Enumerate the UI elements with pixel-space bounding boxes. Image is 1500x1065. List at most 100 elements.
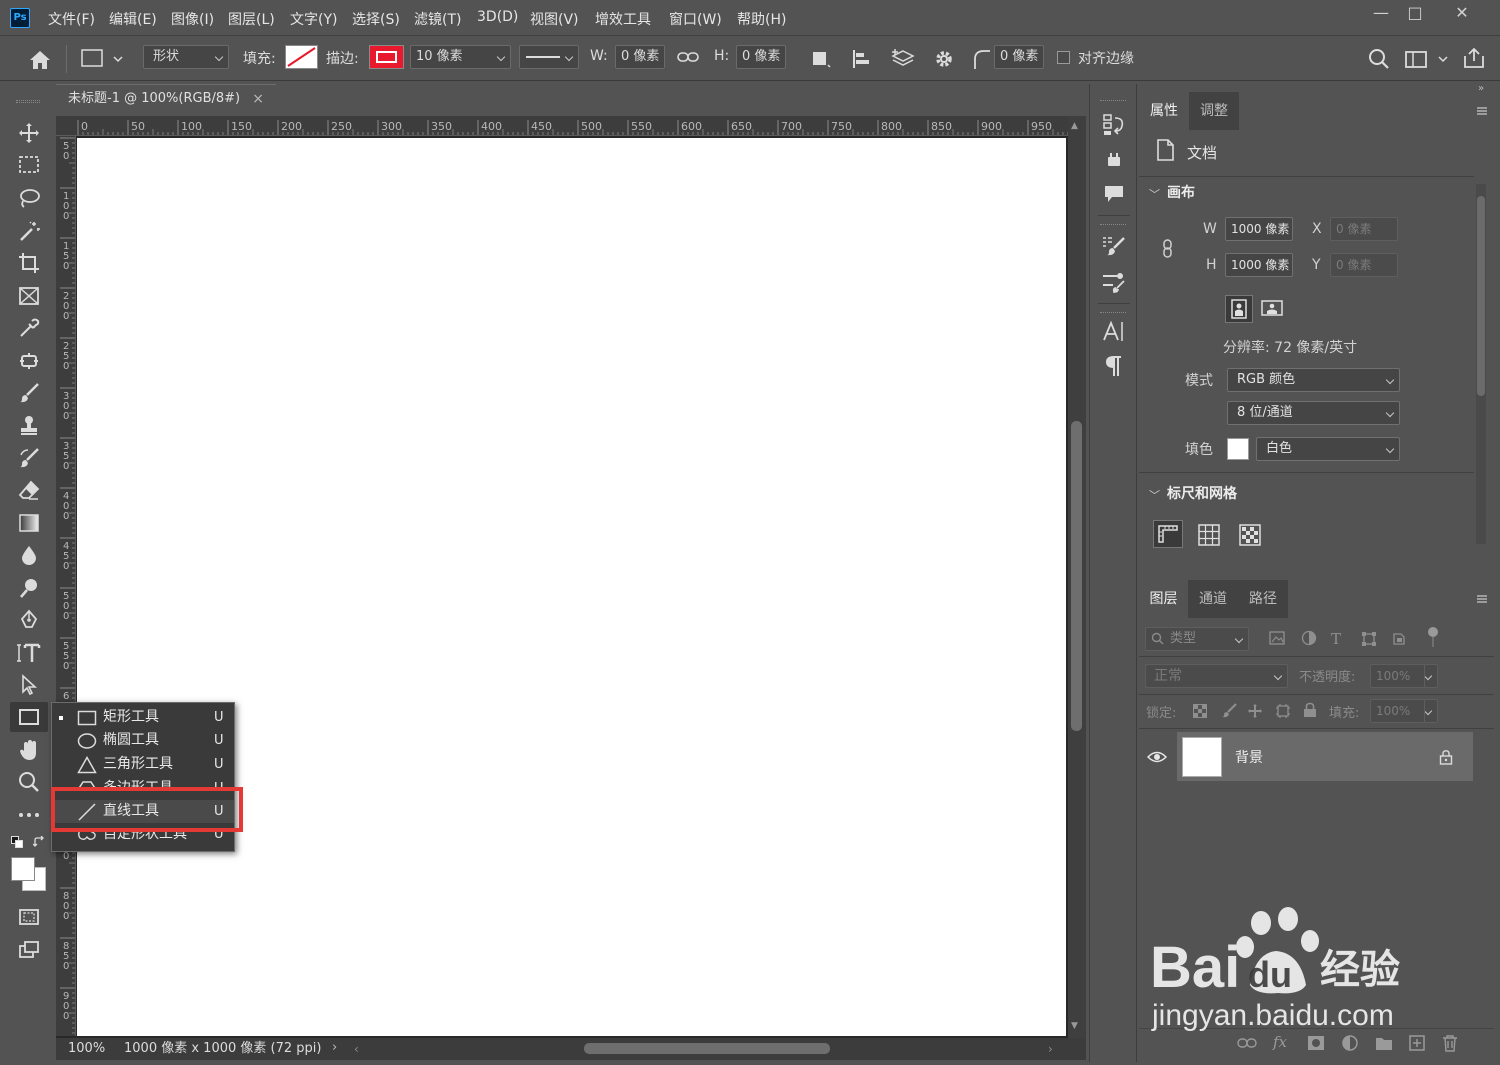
fill-color-swatch[interactable]	[1227, 438, 1249, 460]
spot-healing-tool-icon[interactable]	[12, 346, 46, 376]
vertical-scroll-thumb[interactable]	[1071, 421, 1082, 731]
plugins-panel-icon[interactable]	[1100, 146, 1128, 174]
menu-view[interactable]: 视图(V)	[530, 9, 579, 29]
hand-tool-icon[interactable]	[12, 735, 46, 765]
menu-window[interactable]: 窗口(W)	[669, 9, 722, 29]
swap-colors-icon[interactable]	[33, 836, 45, 848]
lock-position-icon[interactable]	[1247, 703, 1263, 719]
horizontal-ruler[interactable]: 0 50 100 150 200 250 300 350 400 450 500 550 600 650 7…	[56, 116, 1068, 136]
corner-radius-field[interactable]: 0 像素	[994, 45, 1044, 69]
filter-toggle-icon[interactable]	[1428, 627, 1438, 637]
stroke-type-select[interactable]	[519, 45, 579, 69]
chevron-down-icon[interactable]: ﹀	[1149, 487, 1160, 503]
align-edges-checkbox[interactable]	[1057, 51, 1070, 64]
tool-preset-picker[interactable]	[80, 47, 126, 71]
portrait-orientation-icon[interactable]	[1225, 295, 1253, 323]
gradient-tool-icon[interactable]	[12, 508, 46, 538]
character-panel-icon[interactable]	[1100, 317, 1128, 345]
lock-all-icon[interactable]	[1303, 702, 1317, 718]
type-tool-icon[interactable]	[12, 638, 46, 668]
quick-mask-icon[interactable]	[12, 902, 46, 932]
lock-image-icon[interactable]	[1221, 703, 1237, 719]
rulers-grids-section-title[interactable]: 标尺和网格	[1167, 483, 1237, 503]
marquee-tool-icon[interactable]	[12, 150, 46, 180]
panel-menu-icon[interactable]	[1476, 594, 1488, 604]
path-alignment-icon[interactable]	[851, 49, 873, 69]
link-dimensions-icon[interactable]	[1161, 239, 1175, 259]
fill-swatch[interactable]	[285, 45, 318, 69]
filter-shape-icon[interactable]	[1361, 631, 1377, 647]
horizontal-scroll-thumb[interactable]	[584, 1043, 830, 1054]
shape-mode-select[interactable]: 形状	[143, 45, 229, 69]
menu-select[interactable]: 选择(S)	[352, 9, 400, 29]
add-mask-icon[interactable]	[1307, 1035, 1325, 1051]
menu-filter[interactable]: 滤镜(T)	[414, 9, 461, 29]
bit-depth-select[interactable]: 8 位/通道	[1227, 401, 1400, 425]
scroll-right-icon[interactable]: ›	[1048, 1039, 1053, 1059]
brush-presets-icon[interactable]	[1100, 268, 1128, 296]
scroll-up-icon[interactable]: ▲	[1071, 121, 1078, 131]
guides-toggle-icon[interactable]	[1239, 524, 1261, 546]
triangle-tool-item[interactable]: 三角形工具 U	[52, 753, 234, 776]
dodge-tool-icon[interactable]	[12, 573, 46, 603]
magic-wand-tool-icon[interactable]	[12, 216, 46, 246]
fill-opacity-dropdown[interactable]	[1424, 699, 1438, 723]
clone-stamp-tool-icon[interactable]	[12, 410, 46, 440]
ellipse-tool-item[interactable]: 椭圆工具 U	[52, 729, 234, 752]
tab-channels[interactable]: 通道	[1188, 580, 1238, 618]
home-icon[interactable]	[28, 49, 52, 71]
workspace-icon[interactable]	[1404, 49, 1450, 69]
blur-tool-icon[interactable]	[12, 540, 46, 570]
grid-toggle-icon[interactable]	[1198, 524, 1220, 546]
close-button[interactable]: ✕	[1446, 4, 1478, 24]
stroke-swatch[interactable]	[369, 45, 404, 69]
pen-tool-icon[interactable]	[12, 605, 46, 635]
menu-plugins[interactable]: 增效工具	[595, 9, 651, 29]
path-selection-tool-icon[interactable]	[12, 670, 46, 700]
tab-paths[interactable]: 路径	[1238, 580, 1288, 618]
canvas-width-field[interactable]: 1000 像素	[1225, 217, 1293, 241]
default-colors-icon[interactable]	[11, 836, 23, 848]
panel-grip[interactable]	[16, 100, 40, 103]
close-tab-icon[interactable]: ×	[252, 85, 264, 113]
document-tab[interactable]: 未标题-1 @ 100%(RGB/8#) ×	[56, 84, 276, 114]
scroll-left-icon[interactable]: ‹	[354, 1039, 359, 1059]
maximize-button[interactable]: □	[1399, 4, 1431, 24]
width-field[interactable]: 0 像素	[615, 45, 665, 69]
brush-tool-icon[interactable]	[12, 378, 46, 408]
document-info[interactable]: 1000 像素 x 1000 像素 (72 ppi)	[124, 1039, 321, 1059]
brush-settings-icon[interactable]	[1100, 232, 1128, 260]
new-group-icon[interactable]	[1375, 1035, 1393, 1051]
layer-name[interactable]: 背景	[1235, 747, 1263, 767]
menu-edit[interactable]: 编辑(E)	[109, 9, 157, 29]
screen-mode-icon[interactable]	[12, 935, 46, 965]
tab-layers[interactable]: 图层	[1139, 580, 1188, 618]
lasso-tool-icon[interactable]	[12, 183, 46, 213]
menu-3d[interactable]: 3D(D)	[477, 9, 518, 25]
move-tool-icon[interactable]	[12, 118, 46, 148]
paragraph-panel-icon[interactable]	[1100, 352, 1128, 380]
link-icon[interactable]	[677, 49, 699, 65]
filter-type-icon[interactable]: T	[1331, 630, 1341, 648]
fill-opacity-field[interactable]: 100%	[1370, 699, 1425, 723]
opacity-dropdown[interactable]	[1424, 664, 1438, 688]
blend-mode-select[interactable]: 正常	[1145, 664, 1288, 688]
more-tools-icon[interactable]	[12, 800, 46, 830]
menu-help[interactable]: 帮助(H)	[737, 9, 786, 29]
search-icon[interactable]	[1368, 48, 1390, 70]
menu-type[interactable]: 文字(Y)	[290, 9, 337, 29]
crop-tool-icon[interactable]	[12, 248, 46, 278]
gear-icon[interactable]	[933, 48, 955, 70]
vertical-scrollbar[interactable]: ▲ ▼	[1068, 116, 1086, 1038]
frame-tool-icon[interactable]	[12, 281, 46, 311]
history-brush-tool-icon[interactable]	[12, 443, 46, 473]
status-menu-arrow[interactable]: ›	[332, 1038, 337, 1058]
new-adjustment-layer-icon[interactable]	[1341, 1034, 1359, 1052]
document-canvas[interactable]	[77, 138, 1066, 1036]
rectangle-tool-item[interactable]: 矩形工具 U	[52, 706, 234, 729]
path-arrangement-icon[interactable]	[891, 47, 917, 71]
eraser-tool-icon[interactable]	[12, 475, 46, 505]
comments-panel-icon[interactable]	[1100, 180, 1128, 208]
delete-layer-icon[interactable]	[1442, 1034, 1458, 1052]
minimize-button[interactable]: —	[1365, 4, 1397, 24]
